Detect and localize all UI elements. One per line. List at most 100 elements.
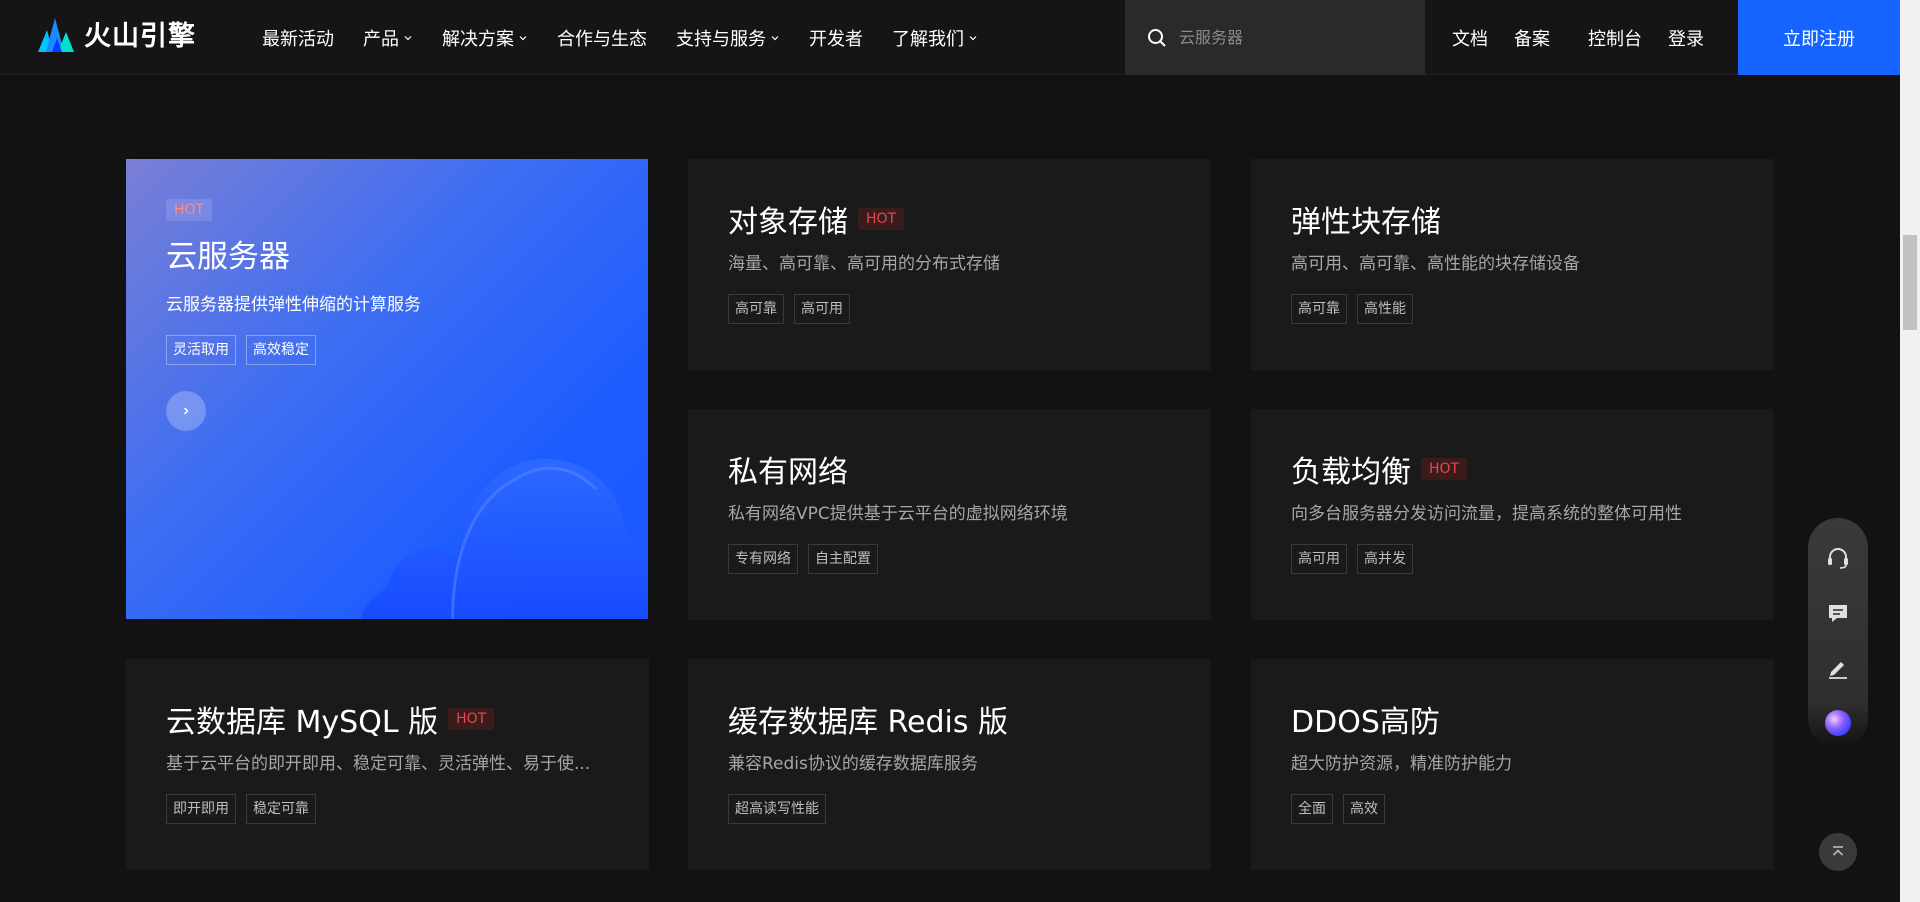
card-title-row: 负载均衡 HOT: [1291, 449, 1734, 490]
card-title: 对象存储: [728, 205, 848, 240]
edit-button[interactable]: [1820, 650, 1856, 686]
tag: 高效: [1343, 794, 1385, 824]
chevron-down-icon: [771, 35, 779, 40]
feedback-button[interactable]: [1820, 595, 1856, 631]
logo-text: 火山引擎: [84, 21, 196, 52]
card-description: 兼容Redis协议的缓存数据库服务: [728, 754, 978, 774]
tag: 高可用: [794, 294, 850, 324]
tag: 灵活取用: [166, 335, 236, 365]
card-description: 向多台服务器分发访问流量，提高系统的整体可用性: [1291, 504, 1682, 524]
scrollbar-thumb[interactable]: [1903, 235, 1917, 330]
tag-list: 高可用 高并发: [1291, 544, 1734, 574]
card-title: 云数据库 MySQL 版: [166, 705, 439, 740]
card-redis[interactable]: 缓存数据库 Redis 版 兼容Redis协议的缓存数据库服务 超高读写性能: [688, 659, 1211, 870]
page: 火山引擎 最新活动 产品 解决方案 合作与生态 支持与服务 开发者 了解我们 文…: [0, 0, 1920, 902]
card-title: 弹性块存储: [1291, 205, 1441, 240]
card-title: 私有网络: [728, 455, 848, 490]
card-title-row: 弹性块存储: [1291, 199, 1734, 240]
card-title-row: DDOS高防: [1291, 699, 1734, 740]
nav-label: 支持与服务: [676, 28, 766, 50]
tag: 高性能: [1357, 294, 1413, 324]
tag-list: 即开即用 稳定可靠: [166, 794, 609, 824]
search-icon: [1148, 28, 1166, 47]
tag: 高可靠: [1291, 294, 1347, 324]
nav-developers[interactable]: 开发者: [809, 25, 863, 51]
headset-icon: [1828, 548, 1848, 569]
register-button[interactable]: 立即注册: [1738, 0, 1900, 75]
card-description: 基于云平台的即开即用、稳定可靠、灵活弹性、易于使...: [166, 754, 591, 774]
hot-badge: HOT: [858, 208, 905, 230]
nav-products[interactable]: 产品: [363, 25, 413, 51]
card-title: 负载均衡: [1291, 455, 1411, 490]
page-scrollbar[interactable]: [1900, 0, 1920, 902]
card-load-balancer[interactable]: 负载均衡 HOT 向多台服务器分发访问流量，提高系统的整体可用性 高可用 高并发: [1251, 409, 1774, 620]
tag-list: 高可靠 高可用: [728, 294, 1171, 324]
tag-list: 全面 高效: [1291, 794, 1734, 824]
card-description: 高可用、高可靠、高性能的块存储设备: [1291, 254, 1580, 274]
main-menu: 最新活动 产品 解决方案 合作与生态 支持与服务 开发者 了解我们: [262, 0, 1007, 75]
nav-label: 开发者: [809, 28, 863, 50]
docs-link[interactable]: 文档: [1452, 25, 1488, 51]
nav-label: 合作与生态: [557, 28, 647, 50]
nav-about[interactable]: 了解我们: [892, 25, 978, 51]
card-object-storage[interactable]: 对象存储 HOT 海量、高可靠、高可用的分布式存储 高可靠 高可用: [688, 159, 1211, 370]
card-title-row: 缓存数据库 Redis 版: [728, 699, 1171, 740]
tag-list: 超高读写性能: [728, 794, 1171, 824]
chat-icon: [1829, 605, 1847, 622]
hot-badge: HOT: [166, 199, 213, 221]
console-link[interactable]: 控制台: [1588, 25, 1642, 51]
card-title: DDOS高防: [1291, 705, 1440, 740]
card-title: 缓存数据库 Redis 版: [728, 705, 1009, 740]
logo[interactable]: 火山引擎: [38, 14, 196, 53]
card-ddos[interactable]: DDOS高防 超大防护资源，精准防护能力 全面 高效: [1251, 659, 1774, 870]
hot-badge: HOT: [448, 708, 495, 730]
nav-label: 解决方案: [442, 28, 514, 50]
customer-service-button[interactable]: [1820, 540, 1856, 576]
nav-solutions[interactable]: 解决方案: [442, 25, 528, 51]
tag: 全面: [1291, 794, 1333, 824]
card-block-storage[interactable]: 弹性块存储 高可用、高可靠、高性能的块存储设备 高可靠 高性能: [1251, 159, 1774, 370]
tag: 专有网络: [728, 544, 798, 574]
login-link[interactable]: 登录: [1668, 25, 1704, 51]
tag: 稳定可靠: [246, 794, 316, 824]
nav-label: 产品: [363, 28, 399, 50]
card-description: 海量、高可靠、高可用的分布式存储: [728, 254, 1000, 274]
arrow-right-button[interactable]: [166, 391, 206, 431]
ai-assistant-button[interactable]: [1820, 705, 1856, 741]
chevron-down-icon: [519, 35, 527, 40]
card-description: 超大防护资源，精准防护能力: [1291, 754, 1512, 774]
card-title: 云服务器: [166, 239, 290, 275]
nav-label: 了解我们: [892, 28, 964, 50]
search-box[interactable]: [1125, 0, 1425, 75]
tag: 即开即用: [166, 794, 236, 824]
pencil-icon: [1829, 662, 1847, 679]
hot-badge: HOT: [1421, 458, 1468, 480]
tag-list: 高可靠 高性能: [1291, 294, 1734, 324]
tag: 高效稳定: [246, 335, 316, 365]
tag: 超高读写性能: [728, 794, 826, 824]
card-title-row: 对象存储 HOT: [728, 199, 1171, 240]
volcano-logo-icon: [38, 17, 74, 52]
nav-support[interactable]: 支持与服务: [676, 25, 780, 51]
card-mysql[interactable]: 云数据库 MySQL 版 HOT 基于云平台的即开即用、稳定可靠、灵活弹性、易于…: [126, 659, 649, 870]
card-title-row: 私有网络: [728, 449, 1171, 490]
nav-label: 最新活动: [262, 28, 334, 50]
header-links: 文档 备案 控制台 登录: [1452, 0, 1730, 75]
card-vpc[interactable]: 私有网络 私有网络VPC提供基于云平台的虚拟网络环境 专有网络 自主配置: [688, 409, 1211, 620]
nav-latest-events[interactable]: 最新活动: [262, 25, 334, 51]
chevron-right-icon: [183, 407, 189, 415]
chevron-down-icon: [969, 35, 977, 40]
chevron-down-icon: [404, 35, 412, 40]
filing-link[interactable]: 备案: [1514, 25, 1550, 51]
card-description: 私有网络VPC提供基于云平台的虚拟网络环境: [728, 504, 1068, 524]
cloud-illustration: [360, 459, 648, 619]
feature-card-cloud-server[interactable]: HOT 云服务器 云服务器提供弹性伸缩的计算服务 灵活取用 高效稳定: [126, 159, 648, 619]
search-input[interactable]: [1179, 28, 1409, 47]
card-title-row: 云数据库 MySQL 版 HOT: [166, 699, 609, 740]
card-description: 云服务器提供弹性伸缩的计算服务: [166, 295, 421, 315]
tag: 自主配置: [808, 544, 878, 574]
back-to-top-button[interactable]: [1819, 833, 1857, 871]
ai-orb-icon: [1825, 710, 1851, 736]
nav-partners[interactable]: 合作与生态: [557, 25, 647, 51]
tag: 高可用: [1291, 544, 1347, 574]
